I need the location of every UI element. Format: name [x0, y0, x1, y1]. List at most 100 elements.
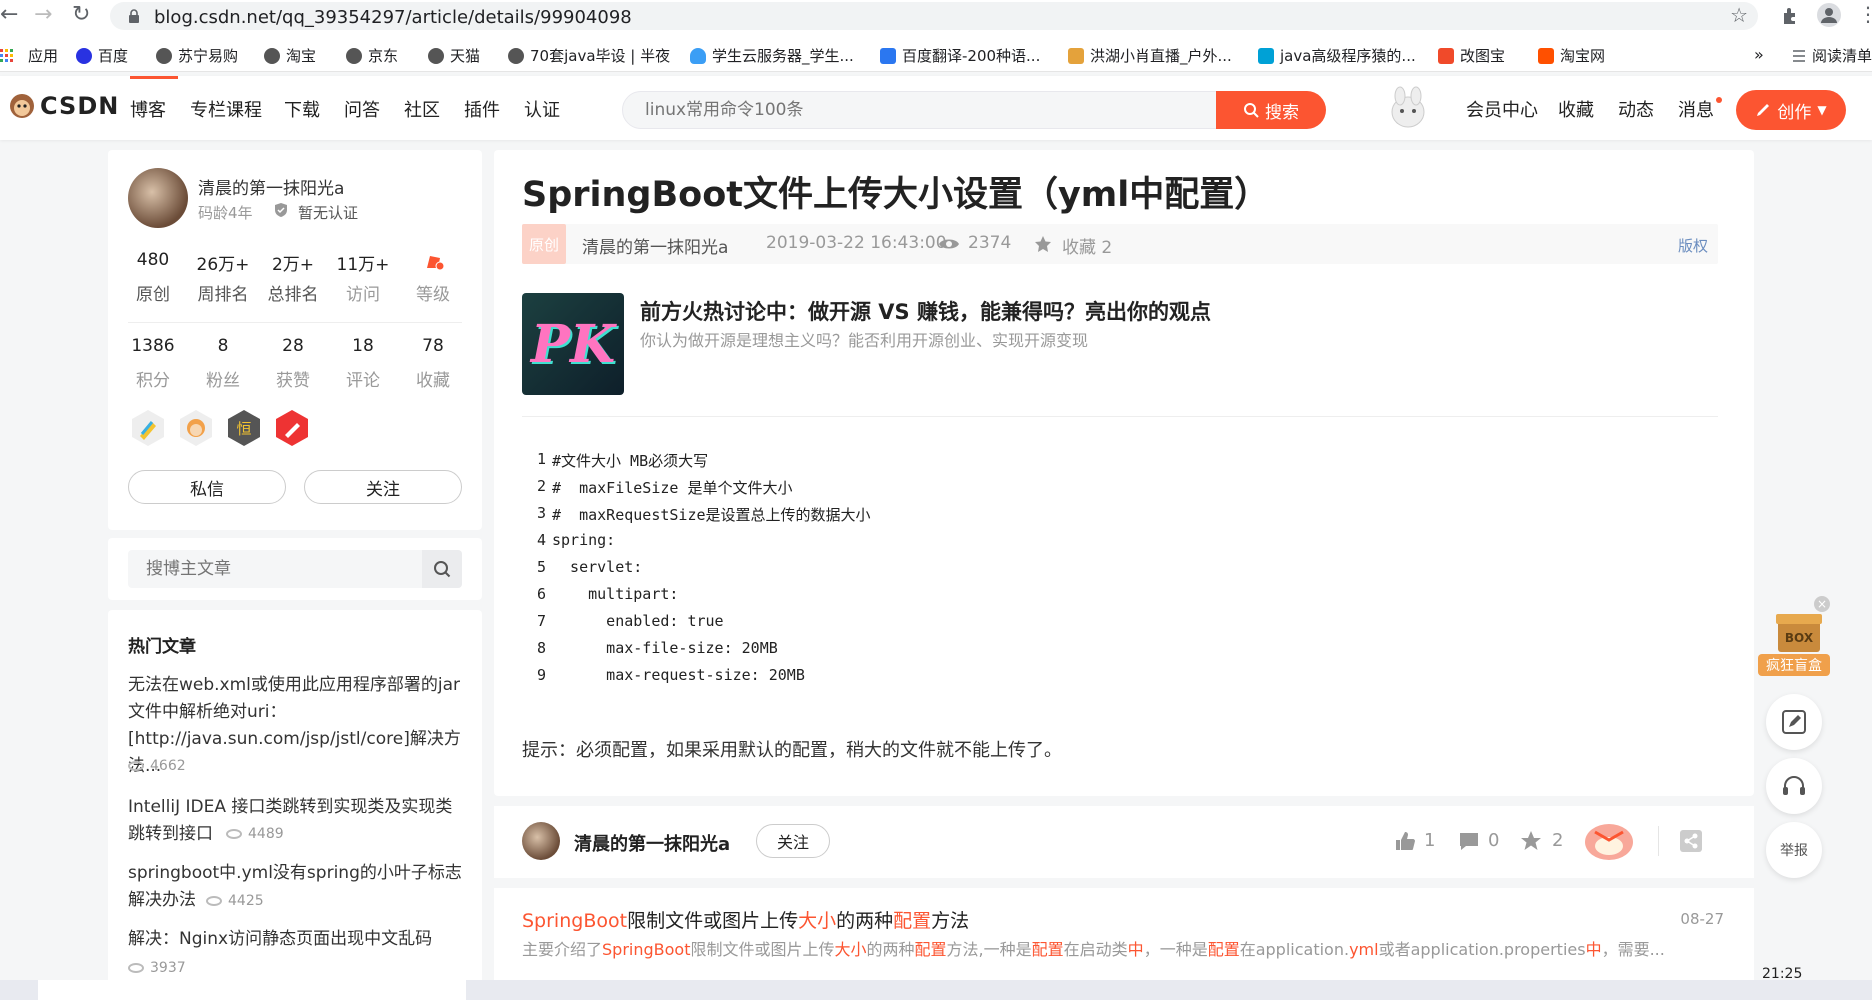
- bookmark-overflow[interactable]: »: [1754, 45, 1764, 64]
- pen-icon: [1757, 104, 1770, 116]
- cert-status: 暂无认证: [298, 204, 359, 222]
- nav-item-qa[interactable]: 问答: [344, 96, 380, 122]
- comment-icon[interactable]: [1458, 830, 1480, 852]
- reading-list[interactable]: 阅读清单: [1792, 45, 1872, 66]
- profile-icon[interactable]: [1816, 2, 1842, 28]
- bookmark-suning[interactable]: 苏宁易购: [156, 45, 238, 66]
- create-button[interactable]: 创作 ▼: [1736, 90, 1846, 130]
- copyright-link[interactable]: 版权: [1678, 235, 1708, 256]
- site-search-button[interactable]: 搜索: [1216, 91, 1326, 129]
- nav-favorites[interactable]: 收藏: [1558, 96, 1594, 122]
- nav-item-download[interactable]: 下载: [284, 96, 320, 122]
- level-badge-icon[interactable]: [424, 252, 446, 272]
- bookmark-jd[interactable]: 京东: [346, 45, 398, 66]
- blog-search-input[interactable]: [128, 550, 418, 588]
- favorite-star-icon[interactable]: [1520, 830, 1542, 852]
- reward-icon[interactable]: [1584, 822, 1634, 862]
- csdn-logo[interactable]: CSDN: [8, 92, 119, 120]
- article-meta-bar: 原创 清晨的第一抹阳光a 2019-03-22 16:43:00 2374 收藏…: [522, 224, 1718, 264]
- follow-button[interactable]: 关注: [304, 470, 462, 504]
- bookmark-taobao-net[interactable]: 淘宝网: [1538, 45, 1605, 66]
- reload-icon[interactable]: ↻: [72, 2, 90, 27]
- article-tip: 提示：必须配置，如果采用默认的配置，稍大的文件就不能上传了。: [522, 740, 1062, 761]
- hot-article-item[interactable]: springboot中.yml没有spring的小叶子标志解决办法: [128, 860, 464, 914]
- nav-vip-center[interactable]: 会员中心: [1466, 96, 1538, 122]
- bookmark-java-senior[interactable]: java高级程序猿的...: [1258, 45, 1416, 66]
- divider: [1658, 826, 1659, 856]
- nav-messages[interactable]: 消息: [1678, 96, 1714, 122]
- message-dot-badge: [1716, 97, 1722, 103]
- author-avatar-small[interactable]: [522, 822, 560, 860]
- close-icon[interactable]: ×: [1814, 596, 1830, 612]
- bookmark-gaitubao[interactable]: 改图宝: [1438, 45, 1505, 66]
- author-avatar[interactable]: [128, 168, 188, 228]
- badge-monkey-icon[interactable]: [178, 408, 214, 448]
- stat-original-label: 原创: [136, 285, 170, 305]
- views-count: 4662: [150, 758, 186, 774]
- author-name[interactable]: 清晨的第一抹阳光a: [198, 174, 344, 199]
- browser-chrome: ← → ↻ blog.csdn.net/qq_39354297/article/…: [0, 0, 1872, 72]
- stat-favorites-value: 78: [422, 336, 444, 356]
- bookmark-label: 百度: [98, 47, 129, 65]
- badge-persistence-icon[interactable]: 恒: [226, 408, 262, 448]
- promo-title[interactable]: 前方火热讨论中：做开源 VS 赚钱，能兼得吗？亮出你的观点: [640, 296, 1211, 326]
- promo-image[interactable]: PK: [522, 293, 624, 395]
- meta-date: 2019-03-22 16:43:00: [766, 233, 947, 253]
- highlight: SpringBoot: [602, 940, 691, 959]
- bookmark-tmall[interactable]: 天猫: [428, 45, 480, 66]
- bookmark-baidu-translate[interactable]: 百度翻译-200种语...: [880, 45, 1040, 66]
- nav-item-courses[interactable]: 专栏课程: [190, 96, 262, 122]
- bookmark-student-cloud[interactable]: 学生云服务器_学生...: [690, 45, 854, 66]
- nav-item-community[interactable]: 社区: [404, 96, 440, 122]
- forward-icon[interactable]: →: [34, 2, 52, 27]
- back-icon[interactable]: ←: [0, 2, 18, 27]
- hot-articles-title: 热门文章: [128, 637, 196, 657]
- badge-pencil-icon[interactable]: [130, 408, 166, 448]
- meta-favorites[interactable]: 收藏 2: [1062, 233, 1112, 258]
- bookmark-baidu[interactable]: 百度: [76, 45, 128, 66]
- bar-author-name[interactable]: 清晨的第一抹阳光a: [574, 830, 730, 856]
- menu-icon[interactable]: ⋮: [1858, 2, 1872, 26]
- blind-box-widget[interactable]: BOX 疯狂盲盒 ×: [1758, 596, 1830, 682]
- code-line: spring:: [552, 531, 616, 549]
- avatar-cartoon-icon[interactable]: [1388, 86, 1428, 130]
- edit-button[interactable]: [1766, 694, 1822, 750]
- meta-views: 2374: [968, 233, 1012, 253]
- site-search-input[interactable]: [623, 92, 1217, 128]
- nav-item-certification[interactable]: 认证: [524, 96, 560, 122]
- badge-creator-icon[interactable]: [274, 408, 310, 448]
- support-button[interactable]: [1766, 758, 1822, 814]
- bookmark-label: 淘宝网: [1560, 47, 1606, 65]
- bookmark-taobao[interactable]: 淘宝: [264, 45, 316, 66]
- address-bar[interactable]: blog.csdn.net/qq_39354297/article/detail…: [110, 2, 1758, 30]
- bookmark-java-projects[interactable]: 70套java毕设 | 半夜: [508, 45, 670, 66]
- hot-article-item[interactable]: IntelliJ IDEA 接口类跳转到实现类及实现类跳转到接口: [128, 794, 464, 848]
- blog-search-box: [128, 550, 462, 588]
- hot-article-item[interactable]: 解决：Nginx访问静态页面出现中文乱码: [128, 926, 464, 953]
- extensions-icon[interactable]: [1780, 5, 1800, 25]
- highlight: 中: [1127, 940, 1144, 959]
- bookmark-live[interactable]: 洪湖小肖直播_户外...: [1068, 45, 1232, 66]
- taskbar-search[interactable]: [38, 980, 466, 1000]
- nav-activity[interactable]: 动态: [1618, 96, 1654, 122]
- meta-author[interactable]: 清晨的第一抹阳光a: [582, 233, 728, 258]
- related-title[interactable]: SpringBoot限制文件或图片上传大小的两种配置方法: [522, 906, 969, 933]
- globe-icon: [508, 47, 524, 64]
- share-icon[interactable]: [1680, 830, 1702, 852]
- like-count: 1: [1424, 830, 1436, 851]
- star-icon[interactable]: [1034, 235, 1052, 253]
- report-button[interactable]: 举报: [1766, 822, 1822, 878]
- blog-search-button[interactable]: [422, 550, 462, 588]
- bookmark-apps[interactable]: 应用: [0, 45, 58, 66]
- bookmark-label: 70套java毕设 | 半夜: [530, 47, 671, 65]
- bar-follow-button[interactable]: 关注: [756, 824, 830, 858]
- nav-item-plugins[interactable]: 插件: [464, 96, 500, 122]
- nav-item-blog[interactable]: 博客: [130, 96, 166, 122]
- star-bookmark-icon[interactable]: ☆: [1730, 3, 1748, 27]
- thumbs-up-icon[interactable]: [1394, 830, 1416, 852]
- code-line: servlet:: [552, 558, 643, 576]
- original-tag: 原创: [522, 224, 566, 264]
- title-part: 方法: [931, 910, 970, 932]
- message-button[interactable]: 私信: [128, 470, 286, 504]
- bilibili-icon: [1258, 47, 1274, 64]
